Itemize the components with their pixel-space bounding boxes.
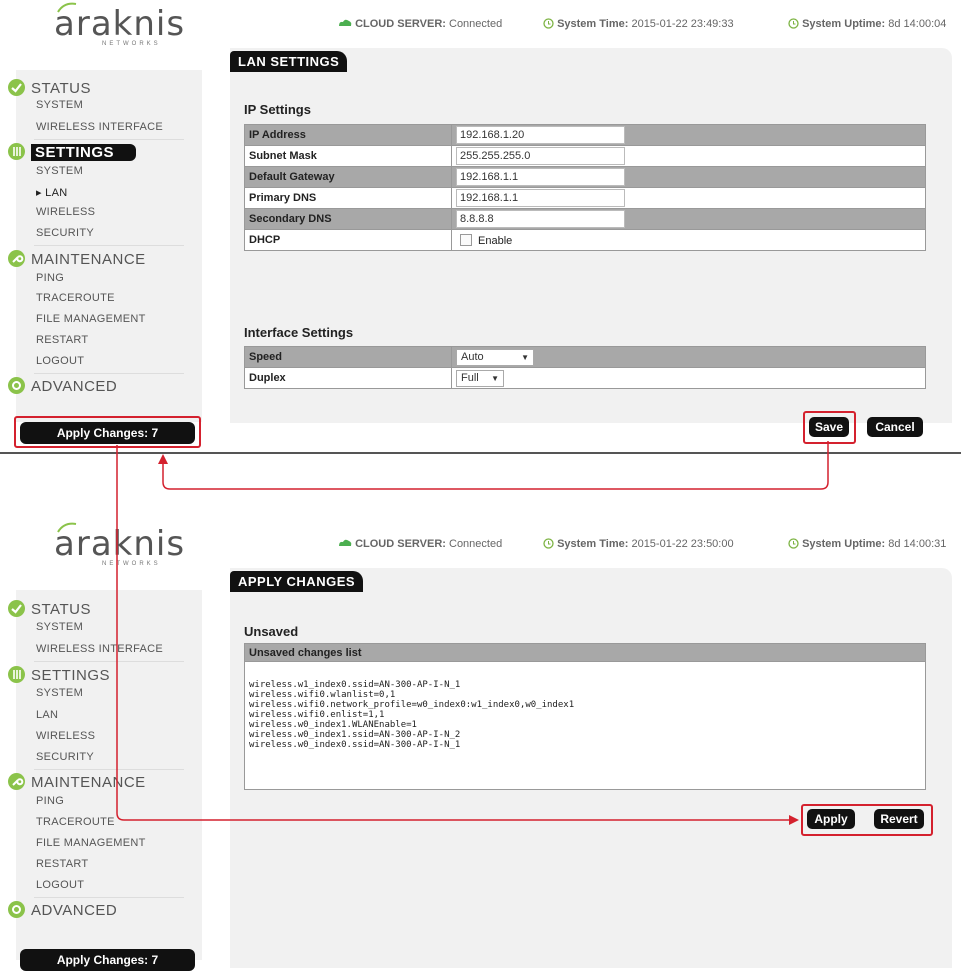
arrow-apply-changes-to-apply <box>116 445 799 825</box>
arrow-save-to-apply-changes <box>158 441 829 490</box>
annotation-arrows <box>116 441 829 825</box>
